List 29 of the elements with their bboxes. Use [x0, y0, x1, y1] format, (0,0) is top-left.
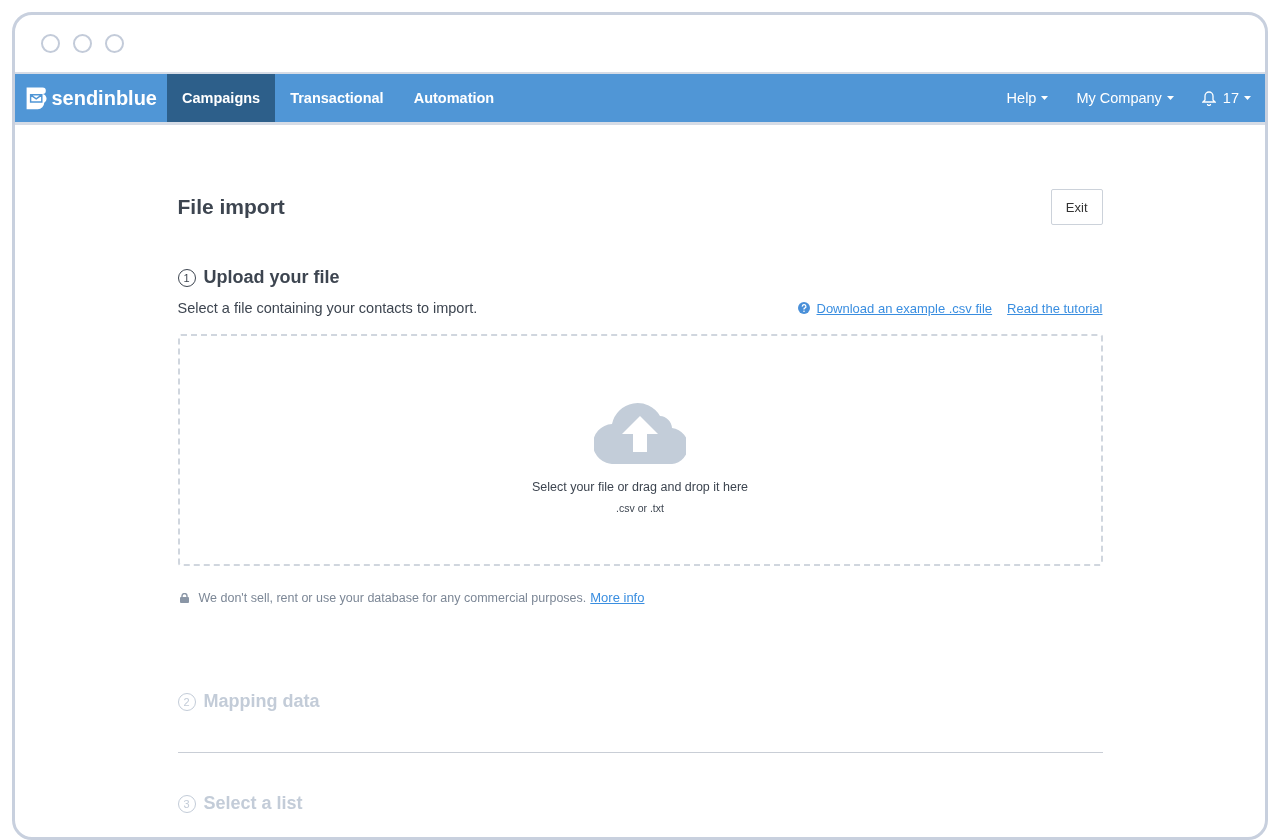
lock-icon [179, 592, 189, 603]
nav-tab[interactable]: Transactional [275, 74, 399, 122]
privacy-note: We don't sell, rent or use your database for any commercial purposes. [198, 590, 587, 605]
nav-menu[interactable]: Help [992, 74, 1063, 122]
exit-button[interactable]: Exit [1050, 189, 1103, 225]
drop-instruction: Select your file or drag and drop it here [531, 480, 749, 494]
step-title: Upload your file [203, 267, 340, 288]
help-link[interactable]: Read the tutorial [1007, 300, 1103, 316]
step-title: Mapping data [203, 691, 320, 712]
file-drop-zone[interactable]: Select your file or drag and drop it here .csv or .txt [177, 334, 1103, 566]
help-icon [797, 302, 810, 314]
bell-icon [1201, 90, 1216, 106]
caret-icon [1166, 96, 1174, 100]
window-control-icon[interactable] [73, 34, 92, 53]
caret-icon [1041, 96, 1049, 100]
notifications-menu[interactable]: 17 [1187, 74, 1265, 122]
file-formats-text: .csv or .txt [616, 502, 664, 514]
caret-icon [1244, 96, 1251, 100]
window-control-icon[interactable] [105, 34, 124, 53]
step-title: Select a list [203, 793, 303, 814]
window-control-icon[interactable] [41, 34, 60, 53]
brand-name[interactable]: sendinblue [51, 86, 157, 110]
instruction-text: Select a file containing your contacts to import. [177, 300, 478, 316]
page-title: File import [177, 195, 285, 219]
nav-menu[interactable]: My Company [1062, 74, 1188, 122]
help-link[interactable]: Download an example .csv file [816, 300, 993, 316]
nav-tab[interactable]: Automation [398, 74, 510, 122]
nav-tab[interactable]: Campaigns [167, 74, 276, 122]
more-info-link[interactable]: More info [590, 590, 645, 605]
